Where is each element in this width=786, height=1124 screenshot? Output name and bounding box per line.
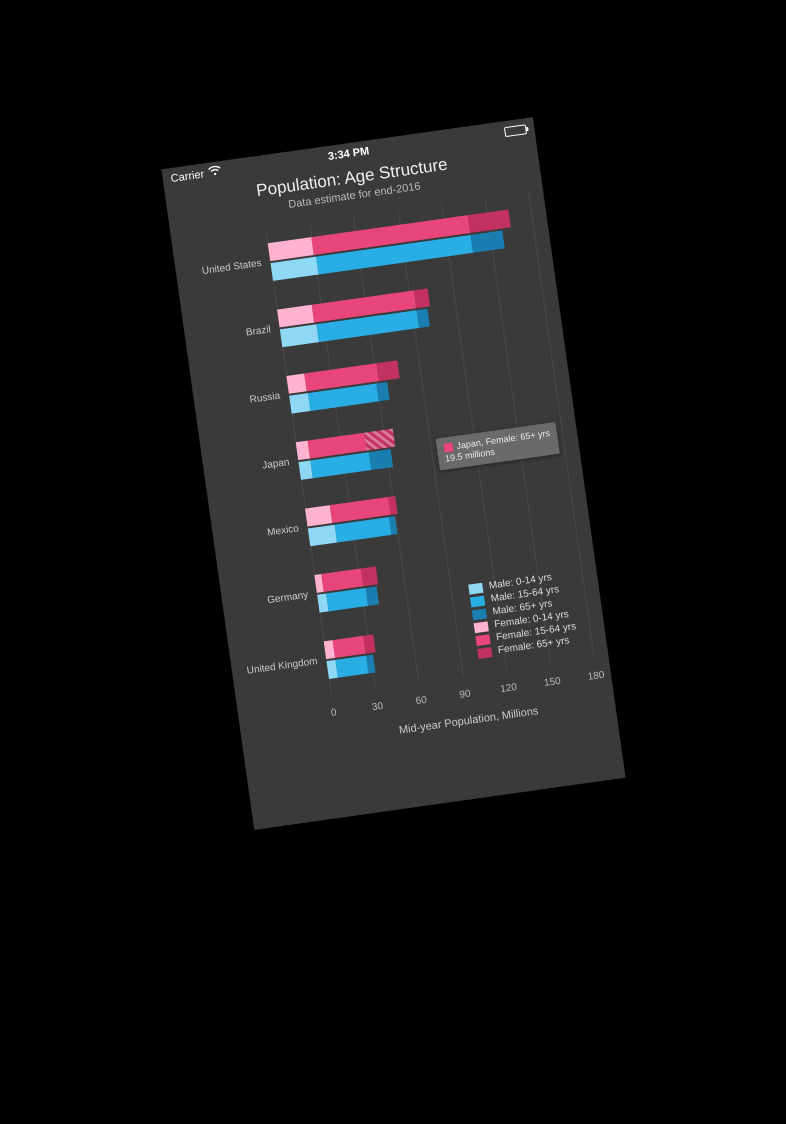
bar-segment[interactable]	[325, 588, 367, 611]
country-group[interactable]	[286, 339, 554, 415]
bar-segment[interactable]	[332, 636, 365, 658]
x-tick: 120	[499, 682, 517, 695]
bar-segment[interactable]	[376, 382, 389, 401]
bar-segment[interactable]	[368, 449, 392, 470]
bar-segment[interactable]	[365, 587, 379, 606]
x-tick: 150	[543, 676, 561, 689]
y-axis-label: United Kingdom	[241, 656, 318, 677]
bar-segment[interactable]	[279, 324, 318, 347]
legend-swatch-icon	[472, 608, 487, 620]
y-axis-label: Russia	[204, 390, 281, 411]
country-group[interactable]	[267, 206, 535, 282]
y-axis-label: Brazil	[194, 324, 271, 345]
y-axis-labels: United StatesBrazilRussiaJapanMexicoGerm…	[181, 229, 260, 240]
bar-segment[interactable]	[364, 429, 395, 451]
legend: Male: 0-14 yrsMale: 15-64 yrsMale: 65+ y…	[468, 568, 579, 661]
bar-segment[interactable]	[270, 256, 318, 280]
legend-swatch-icon	[475, 634, 490, 646]
bar-segment[interactable]	[470, 230, 505, 252]
x-tick: 0	[330, 707, 337, 719]
country-group[interactable]	[277, 272, 545, 348]
x-tick: 90	[458, 688, 471, 700]
legend-swatch-icon	[477, 647, 492, 659]
bar-segment[interactable]	[414, 288, 430, 308]
legend-swatch-icon	[468, 582, 483, 594]
bar-segment[interactable]	[363, 635, 376, 654]
tooltip-swatch-icon	[443, 443, 453, 453]
bar-segment[interactable]	[376, 360, 399, 381]
bar-segment[interactable]	[305, 505, 332, 526]
chart-area[interactable]: United States Brazil Russia Japan Mexico Germ…	[181, 191, 606, 765]
y-axis-label: Germany	[232, 590, 309, 611]
x-tick: 180	[587, 670, 605, 683]
x-tick: 60	[414, 695, 427, 707]
bar-segment[interactable]	[286, 373, 306, 393]
legend-swatch-icon	[470, 595, 485, 607]
legend-swatch-icon	[473, 621, 488, 633]
y-axis-label: United States	[185, 257, 262, 278]
bar-segment[interactable]	[361, 567, 378, 587]
bar-segment[interactable]	[307, 525, 336, 547]
phone-frame: Carrier 3:34 PM Population: Age Structur…	[161, 117, 625, 830]
bar-segment[interactable]	[289, 393, 310, 413]
country-group[interactable]	[305, 472, 573, 548]
y-axis-label: Mexico	[222, 523, 299, 544]
bar-segment[interactable]	[416, 308, 429, 327]
bar-segment[interactable]	[335, 656, 368, 678]
bar-segment[interactable]	[277, 304, 314, 327]
x-tick: 30	[371, 701, 384, 713]
y-axis-label: Japan	[213, 457, 290, 478]
